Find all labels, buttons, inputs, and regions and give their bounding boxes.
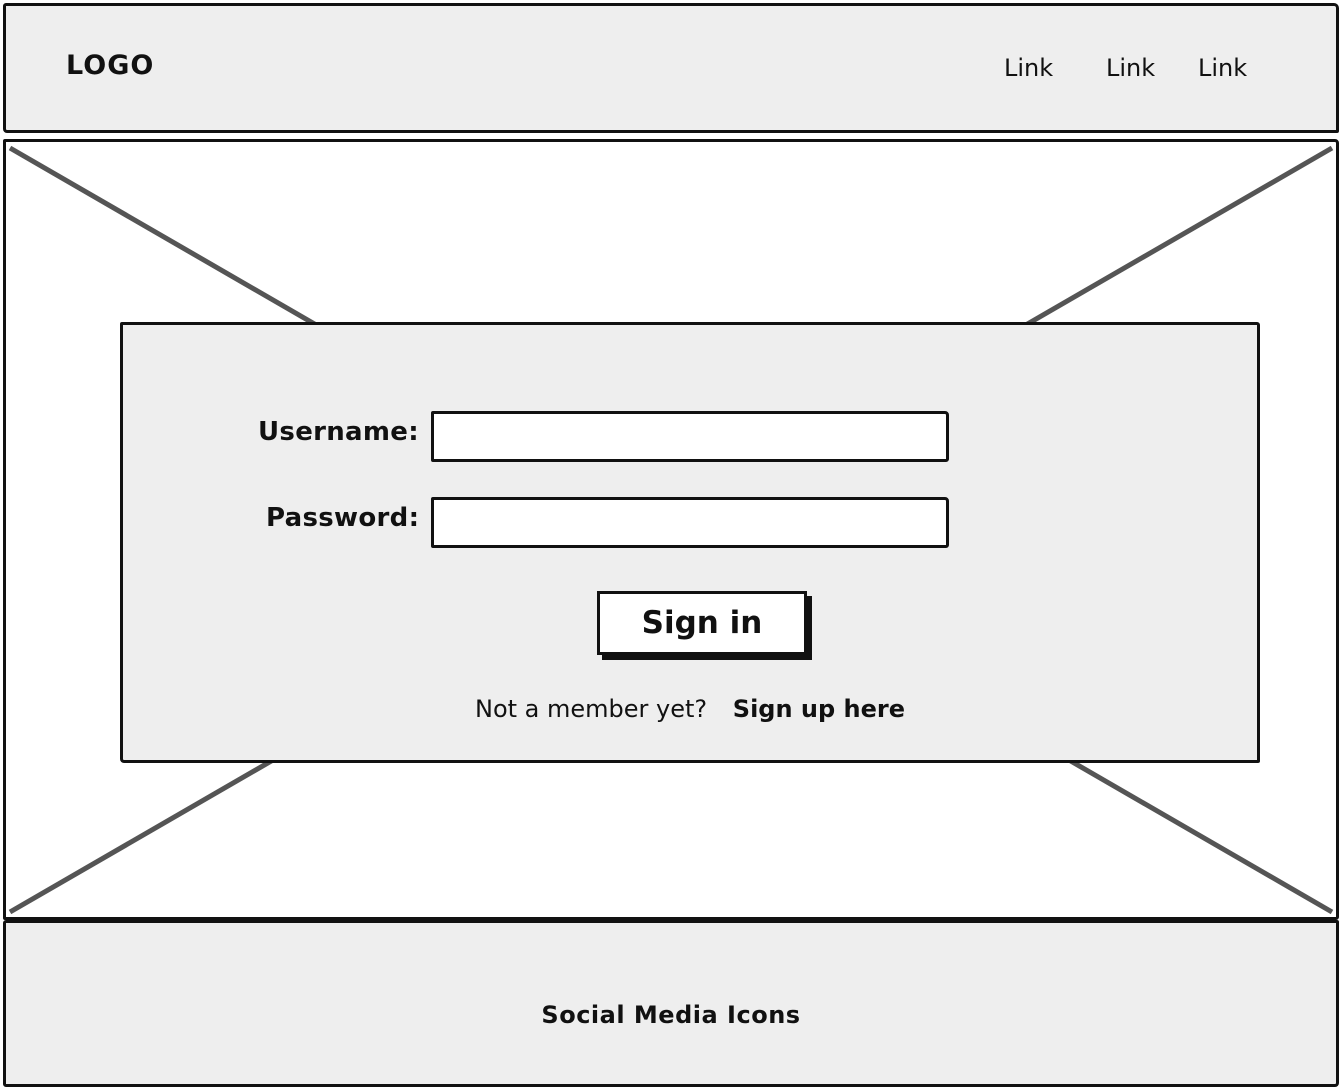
sign-in-button[interactable]: Sign in — [597, 591, 807, 655]
site-footer: Social Media Icons — [3, 920, 1339, 1087]
nav-link-1[interactable]: Link — [1004, 54, 1053, 82]
page: LOGO Link Link Link Username: Password: … — [0, 0, 1342, 1090]
sign-up-link[interactable]: Sign up here — [733, 695, 905, 723]
password-label: Password: — [266, 503, 420, 533]
nav-link-3[interactable]: Link — [1198, 54, 1247, 82]
username-input[interactable] — [431, 411, 949, 462]
social-media-icons[interactable]: Social Media Icons — [6, 1001, 1336, 1029]
signup-row: Not a member yet? Sign up here — [123, 695, 1257, 723]
nav-link-2[interactable]: Link — [1106, 54, 1155, 82]
site-header: LOGO Link Link Link — [3, 3, 1339, 133]
password-input[interactable] — [431, 497, 949, 548]
login-card: Username: Password: Sign in Not a member… — [120, 322, 1260, 763]
username-label: Username: — [258, 417, 419, 447]
logo[interactable]: LOGO — [66, 50, 154, 81]
signup-prompt: Not a member yet? — [474, 695, 708, 723]
